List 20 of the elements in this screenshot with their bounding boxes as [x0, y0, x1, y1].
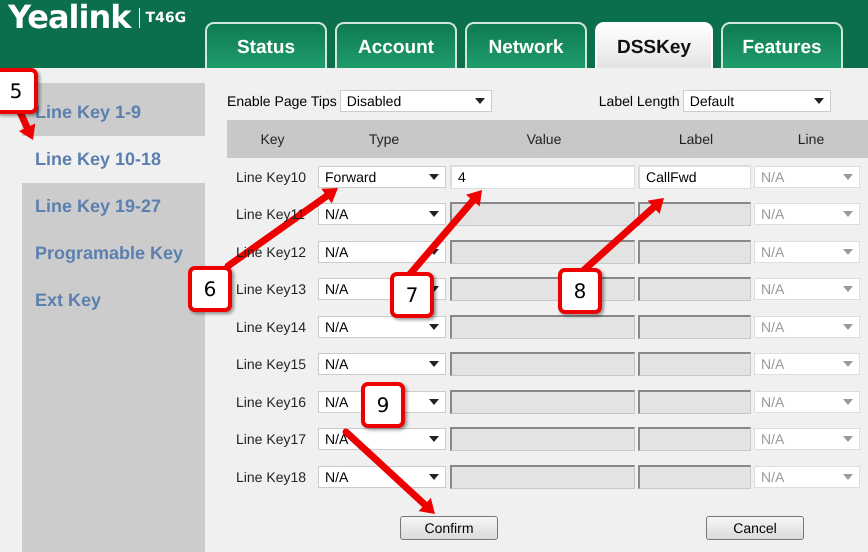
- step-number-tooltip: 9: [361, 382, 405, 428]
- logo: Yealink: [8, 0, 131, 34]
- setting-label: Enable Page Tips: [227, 93, 337, 109]
- key-name: Line Key17: [236, 431, 306, 448]
- key-name: Line Key10: [236, 168, 306, 185]
- column-header: Label: [678, 130, 714, 147]
- step-number-tooltip: 8: [558, 268, 602, 314]
- column-header: Value: [526, 130, 562, 147]
- step-number-tooltip: 7: [390, 272, 434, 318]
- step-number-tooltip: 6: [188, 266, 232, 312]
- column-header: Key: [259, 130, 286, 147]
- column-header: Type: [368, 130, 400, 147]
- key-name: Line Key13: [236, 281, 306, 298]
- key-name: Line Key18: [236, 468, 306, 485]
- setting-label: Label Length: [598, 93, 680, 109]
- key-name: Line Key15: [236, 356, 306, 372]
- column-header: Line: [796, 130, 826, 147]
- model-name: T46G: [138, 8, 186, 28]
- key-name: Line Key16: [236, 394, 306, 410]
- key-name: Line Key14: [236, 318, 306, 335]
